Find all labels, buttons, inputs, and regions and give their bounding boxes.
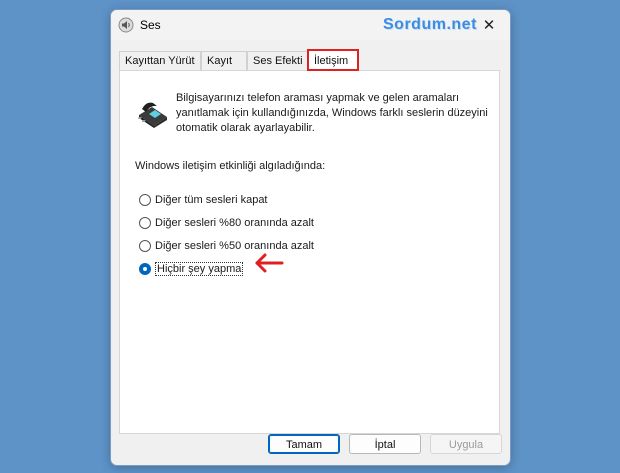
telephone-icon bbox=[137, 102, 167, 128]
title-bar[interactable]: Ses Sordum.net ✕ bbox=[111, 10, 510, 40]
sound-dialog: Ses Sordum.net ✕ Kayıttan Yürüt Kayıt Se… bbox=[110, 9, 511, 466]
radio-button[interactable] bbox=[139, 240, 151, 252]
close-icon: ✕ bbox=[482, 17, 496, 34]
radio-label: Hiçbir şey yapma bbox=[155, 262, 244, 276]
red-arrow-icon bbox=[255, 253, 284, 273]
apply-button[interactable]: Uygula bbox=[430, 434, 502, 454]
tab-recording[interactable]: Kayıt bbox=[201, 51, 247, 70]
radio-label: Diğer sesleri %50 oranında azalt bbox=[155, 240, 314, 252]
tab-communications[interactable]: İletişim bbox=[307, 49, 359, 71]
radio-mute-all[interactable]: Diğer tüm sesleri kapat bbox=[139, 192, 268, 208]
radio-button[interactable] bbox=[139, 217, 151, 229]
window-title: Ses bbox=[140, 18, 161, 32]
speaker-icon bbox=[118, 17, 134, 33]
radio-reduce-80[interactable]: Diğer sesleri %80 oranında azalt bbox=[139, 215, 314, 231]
watermark: Sordum.net bbox=[383, 16, 477, 33]
radio-label: Diğer sesleri %80 oranında azalt bbox=[155, 217, 314, 229]
section-label: Windows iletişim etkinliği algıladığında… bbox=[135, 160, 326, 172]
description-text: Bilgisayarınızı telefon araması yapmak v… bbox=[176, 92, 488, 134]
ok-button[interactable]: Tamam bbox=[268, 434, 340, 454]
tab-playback[interactable]: Kayıttan Yürüt bbox=[119, 51, 201, 70]
cancel-button[interactable]: İptal bbox=[349, 434, 421, 454]
close-button[interactable]: ✕ bbox=[476, 14, 502, 36]
radio-button-checked[interactable] bbox=[139, 263, 151, 275]
radio-button[interactable] bbox=[139, 194, 151, 206]
tab-sounds[interactable]: Ses Efekti bbox=[247, 51, 308, 70]
communications-panel: Bilgisayarınızı telefon araması yapmak v… bbox=[119, 70, 500, 434]
radio-do-nothing[interactable]: Hiçbir şey yapma bbox=[139, 261, 244, 277]
radio-label: Diğer tüm sesleri kapat bbox=[155, 194, 268, 206]
radio-reduce-50[interactable]: Diğer sesleri %50 oranında azalt bbox=[139, 238, 314, 254]
